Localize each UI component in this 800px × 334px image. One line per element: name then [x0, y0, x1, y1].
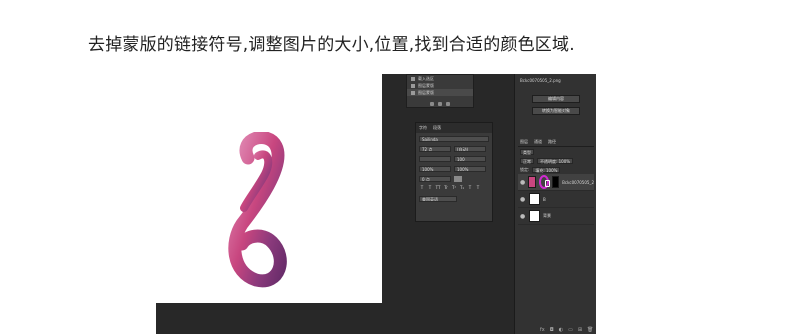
- leading-field[interactable]: (自动): [454, 145, 486, 152]
- baseline-row: 0 点: [416, 174, 492, 183]
- scale-row: 100% 100%: [416, 164, 492, 173]
- mask-thumbnail[interactable]: [551, 176, 560, 188]
- layers-panel-tabs: 图层 通道 路径: [518, 138, 594, 147]
- style-button[interactable]: TT: [435, 185, 441, 190]
- layer-row[interactable]: ● Bckc0070505_2: [518, 174, 594, 191]
- lock-row: 锁定: 填充: 100%: [518, 166, 594, 174]
- tab-paths[interactable]: 路径: [548, 139, 556, 145]
- canvas-letter-b: [228, 132, 287, 288]
- photoshop-screenshot: 载入选区 图层蒙版 图层蒙版 字符 段落 Sailinda 72 点 (自动) …: [156, 74, 596, 334]
- kerning-field[interactable]: [419, 155, 451, 162]
- layer-thumbnail: [528, 176, 536, 188]
- layer-row[interactable]: ● 背景: [518, 208, 594, 225]
- baseline-shift-field[interactable]: 0 点: [419, 175, 451, 182]
- color-swatch[interactable]: [454, 175, 462, 182]
- snapshot-icon[interactable]: [430, 102, 434, 106]
- tab-layers[interactable]: 图层: [520, 139, 528, 145]
- history-item[interactable]: 图层蒙版: [407, 82, 473, 89]
- font-row: Sailinda: [416, 134, 492, 143]
- history-panel: 载入选区 图层蒙版 图层蒙版: [406, 74, 474, 108]
- eye-icon[interactable]: ●: [520, 196, 526, 203]
- layer-name: 背景: [543, 213, 551, 218]
- font-family-select[interactable]: Sailinda: [419, 135, 489, 142]
- fill-field[interactable]: 填充: 100%: [532, 167, 561, 173]
- workspace-bottom: [156, 303, 382, 334]
- mask-icon[interactable]: ◘: [550, 327, 554, 333]
- history-footer: [407, 102, 473, 106]
- tab-paragraph[interactable]: 段落: [433, 125, 441, 131]
- properties-panel: Bckc0070505_2.png 编辑内容 转换为智能对象: [520, 76, 592, 122]
- character-panel-tabs: 字符 段落: [416, 123, 492, 133]
- style-button[interactable]: T¹: [451, 185, 457, 190]
- lock-label: 锁定:: [520, 167, 530, 172]
- history-item[interactable]: 载入选区: [407, 75, 473, 82]
- history-item-icon: [411, 90, 415, 95]
- history-item-icon: [411, 76, 415, 81]
- style-buttons: T T TT Tr T¹ T₁ T T: [416, 185, 492, 190]
- character-panel: 字符 段落 Sailinda 72 点 (自动) 100 100% 100% 0…: [415, 122, 493, 222]
- history-item[interactable]: 图层蒙版: [407, 89, 473, 96]
- eye-icon[interactable]: ●: [520, 213, 526, 220]
- properties-filename: Bckc0070505_2.png: [520, 78, 561, 83]
- font-size-field[interactable]: 72 点: [419, 145, 451, 152]
- layer-row[interactable]: ● B: [518, 191, 594, 208]
- language-select[interactable]: 美国英语: [419, 195, 457, 202]
- layer-name: B: [543, 196, 546, 202]
- language-row: 美国英语: [416, 194, 492, 203]
- trash-icon[interactable]: 🗑: [587, 327, 593, 333]
- new-layer-icon[interactable]: ⊞: [578, 327, 582, 333]
- convert-smart-object-button[interactable]: 转换为智能对象: [532, 107, 580, 115]
- trash-icon[interactable]: [446, 102, 450, 106]
- edit-contents-button[interactable]: 编辑内容: [532, 95, 580, 103]
- style-button[interactable]: T: [475, 185, 481, 190]
- blend-row: 正常 不透明度: 100%: [518, 157, 594, 165]
- filter-row: 类型: [518, 148, 594, 156]
- vertical-scale-field[interactable]: 100%: [419, 165, 451, 172]
- instruction-text: 去掉蒙版的链接符号,调整图片的大小,位置,找到合适的颜色区域.: [88, 35, 575, 55]
- style-button[interactable]: T: [467, 185, 473, 190]
- layer-thumbnail: [529, 210, 540, 222]
- fx-icon[interactable]: fx: [540, 327, 545, 333]
- style-button[interactable]: Tr: [443, 185, 449, 190]
- layer-kind-select[interactable]: 类型: [520, 149, 534, 155]
- layers-panel: 图层 通道 路径 类型 正常 不透明度: 100% 锁定: 填充: 100% ●…: [518, 138, 594, 298]
- camera-icon[interactable]: [438, 102, 442, 106]
- style-button[interactable]: T: [427, 185, 433, 190]
- layer-thumbnail: [529, 193, 540, 205]
- opacity-field[interactable]: 不透明度: 100%: [537, 158, 574, 164]
- blend-mode-select[interactable]: 正常: [520, 158, 534, 164]
- tab-channels[interactable]: 通道: [534, 139, 542, 145]
- mask-link-icon[interactable]: [538, 175, 550, 189]
- style-button[interactable]: T₁: [459, 185, 465, 190]
- history-item-icon: [411, 83, 415, 88]
- horizontal-scale-field[interactable]: 100%: [454, 165, 486, 172]
- style-button[interactable]: T: [419, 185, 425, 190]
- layer-name: Bckc0070505_2: [562, 179, 594, 185]
- tab-character[interactable]: 字符: [419, 125, 427, 131]
- adjustment-icon[interactable]: ◐: [559, 327, 563, 333]
- tracking-field[interactable]: 100: [454, 155, 486, 162]
- size-row: 72 点 (自动): [416, 144, 492, 153]
- group-icon[interactable]: ▭: [568, 327, 573, 333]
- tracking-row: 100: [416, 154, 492, 163]
- layers-footer: fx ◘ ◐ ▭ ⊞ 🗑: [518, 326, 594, 334]
- eye-icon[interactable]: ●: [520, 179, 525, 186]
